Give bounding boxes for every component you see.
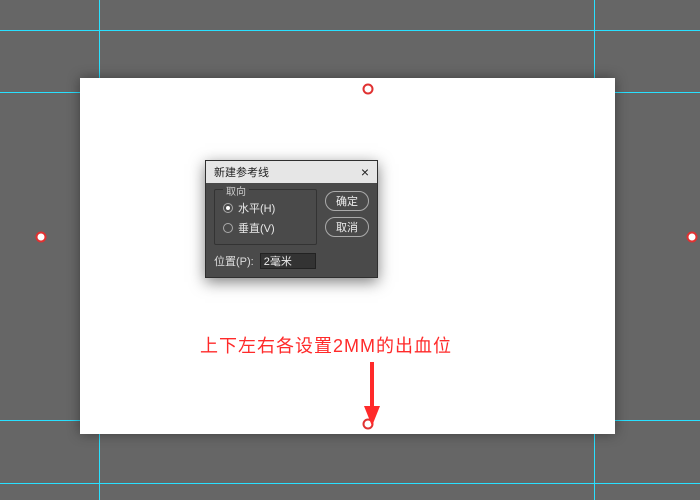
radio-vertical[interactable]: 垂直(V) xyxy=(223,220,308,236)
guide-canvas-bottom xyxy=(0,483,700,484)
new-guide-dialog: 新建参考线 × 取向 水平(H) 垂直(V) 确定 取消 位置(P): xyxy=(205,160,378,278)
position-label: 位置(P): xyxy=(214,253,254,269)
radio-icon xyxy=(223,203,233,213)
annotation-text: 上下左右各设置2MM的出血位 xyxy=(200,332,452,358)
handle-top[interactable] xyxy=(363,84,374,95)
annotation-arrow-icon xyxy=(362,360,382,428)
handle-left[interactable] xyxy=(36,232,47,243)
close-icon[interactable]: × xyxy=(361,165,369,179)
radio-icon xyxy=(223,223,233,233)
orientation-legend: 取向 xyxy=(223,183,249,198)
ok-button[interactable]: 确定 xyxy=(325,191,369,211)
handle-right[interactable] xyxy=(687,232,698,243)
position-input[interactable] xyxy=(260,253,316,269)
radio-horizontal-label: 水平(H) xyxy=(238,200,275,216)
orientation-group: 取向 水平(H) 垂直(V) xyxy=(214,189,317,245)
dialog-title-text: 新建参考线 xyxy=(214,164,269,180)
cancel-button[interactable]: 取消 xyxy=(325,217,369,237)
radio-vertical-label: 垂直(V) xyxy=(238,220,275,236)
guide-canvas-top xyxy=(0,30,700,31)
dialog-titlebar[interactable]: 新建参考线 × xyxy=(206,161,377,183)
radio-horizontal[interactable]: 水平(H) xyxy=(223,200,308,216)
